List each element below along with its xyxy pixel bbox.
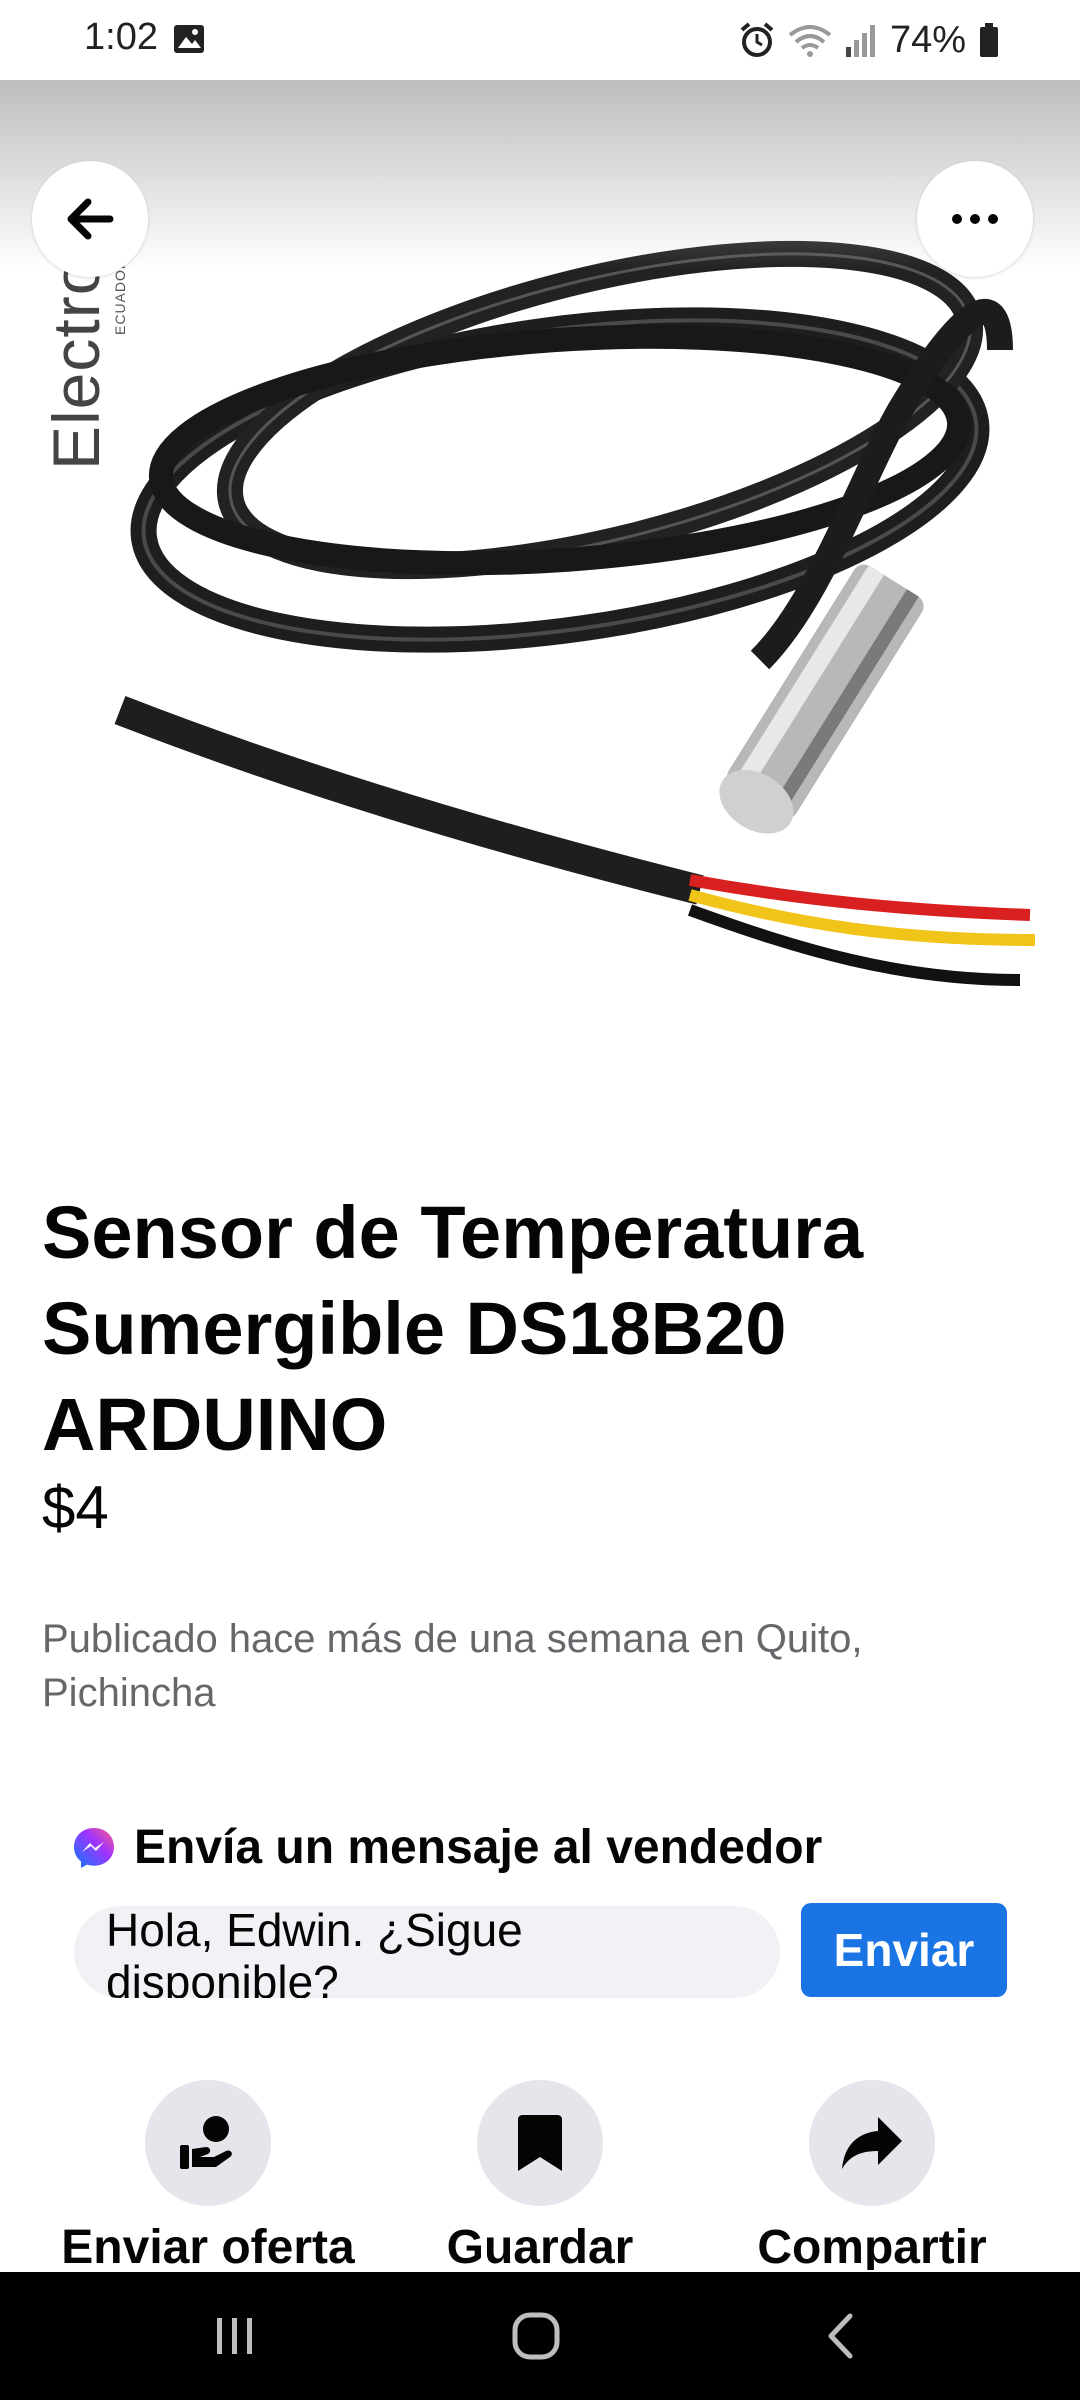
share-icon <box>842 2117 902 2169</box>
save-button[interactable]: Guardar <box>390 2080 690 2270</box>
share-label: Compartir <box>757 2221 987 2270</box>
alarm-icon <box>740 22 774 57</box>
more-horizontal-icon <box>952 214 998 224</box>
bookmark-icon <box>518 2115 562 2171</box>
listing-posted-info: Publicado hace más de una semana en Quit… <box>42 1617 863 1715</box>
more-options-button[interactable] <box>917 161 1033 277</box>
send-offer-label: Enviar oferta <box>61 2221 355 2270</box>
recent-apps-icon <box>217 2318 252 2354</box>
recent-apps-button[interactable] <box>165 2272 305 2400</box>
wifi-icon <box>788 25 832 57</box>
back-button[interactable] <box>32 161 148 277</box>
share-circle[interactable] <box>809 2080 935 2206</box>
send-offer-button[interactable]: Enviar oferta <box>58 2080 358 2270</box>
home-icon <box>512 2312 560 2360</box>
offer-icon <box>180 2116 232 2169</box>
product-image[interactable]: Electronic ECUADOR <box>0 80 1080 1160</box>
message-input-text[interactable]: Hola, Edwin. ¿Sigue disponible? <box>106 1906 666 1998</box>
home-button[interactable] <box>466 2272 606 2400</box>
gallery-icon <box>174 25 204 53</box>
send-button[interactable]: Enviar <box>801 1903 1007 1997</box>
battery-icon <box>980 23 998 57</box>
status-icons: 74% <box>738 16 1000 64</box>
status-bar: 1:02 74% <box>0 0 1080 80</box>
action-row: Enviar oferta Guardar Compartir <box>0 2080 1080 2270</box>
message-header-label: Envía un mensaje al vendedor <box>134 1821 823 1874</box>
battery-percentage: 74% <box>889 18 966 61</box>
back-nav-button[interactable] <box>770 2272 910 2400</box>
save-label: Guardar <box>446 2221 634 2270</box>
listing-title: Sensor de Temperatura Sumergible DS18B20… <box>42 1191 864 1466</box>
message-seller-header: Envía un mensaje al vendedor <box>72 1820 822 1875</box>
status-time: 1:02 <box>84 16 158 58</box>
send-offer-circle[interactable] <box>145 2080 271 2206</box>
share-button[interactable]: Compartir <box>722 2080 1022 2270</box>
save-circle[interactable] <box>477 2080 603 2206</box>
message-input[interactable]: Hola, Edwin. ¿Sigue disponible? <box>74 1906 780 1998</box>
system-navigation-bar <box>0 2272 1080 2400</box>
back-nav-icon <box>828 2313 853 2359</box>
signal-icon <box>845 25 875 57</box>
messenger-icon <box>74 1827 114 1868</box>
hero-top-shade <box>0 80 1080 270</box>
arrow-left-icon <box>67 198 114 240</box>
listing-price: $4 <box>42 1474 109 1541</box>
